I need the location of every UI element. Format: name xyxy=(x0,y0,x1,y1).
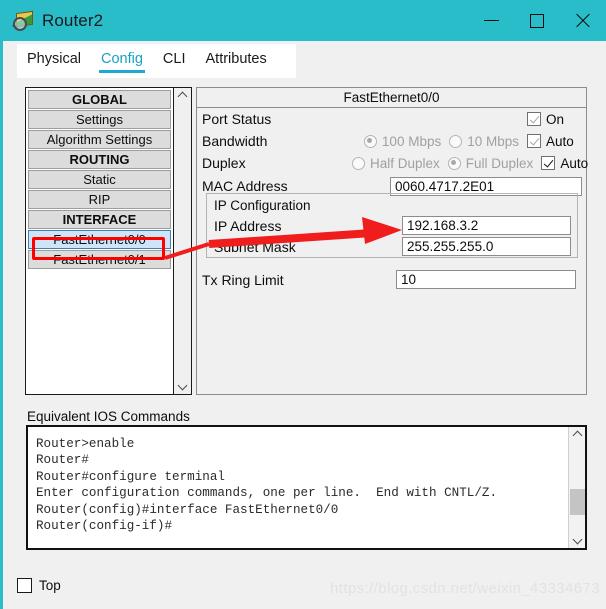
sidebar-item-fastethernet0-0[interactable]: FastEthernet0/0 xyxy=(28,230,171,249)
subnet-mask-row: Subnet Mask 255.255.255.0 xyxy=(214,236,571,257)
chevron-down-icon[interactable] xyxy=(573,536,582,545)
ip-address-label: IP Address xyxy=(214,217,282,234)
sidebar-list: GLOBAL Settings Algorithm Settings ROUTI… xyxy=(26,88,173,394)
tab-physical[interactable]: Physical xyxy=(17,44,91,71)
router-config-window: Router2 Physical Config CLI Attributes G… xyxy=(0,0,606,609)
sidebar-item-algorithm-settings[interactable]: Algorithm Settings xyxy=(28,130,171,149)
sidebar-item-settings[interactable]: Settings xyxy=(28,110,171,129)
chevron-down-icon[interactable] xyxy=(178,382,187,391)
ios-commands-box: Router>enable Router# Router#configure t… xyxy=(26,425,587,550)
bandwidth-label: Bandwidth xyxy=(202,133,268,149)
bandwidth-auto-label: Auto xyxy=(546,133,574,149)
ip-address-row: IP Address 192.168.3.2 xyxy=(214,215,571,236)
minimize-button[interactable] xyxy=(468,0,514,41)
tab-config[interactable]: Config xyxy=(91,44,153,73)
close-button[interactable] xyxy=(560,0,606,41)
sidebar-header-interface: INTERFACE xyxy=(28,210,171,229)
ios-commands-text: Router>enable Router# Router#configure t… xyxy=(36,437,498,534)
window-title: Router2 xyxy=(42,10,104,30)
port-status-checkbox-label: On xyxy=(546,111,565,127)
duplex-auto-checkbox[interactable] xyxy=(541,156,556,170)
bandwidth-auto-checkbox[interactable] xyxy=(527,134,541,148)
subnet-mask-input[interactable]: 255.255.255.0 xyxy=(402,237,571,256)
duplex-full-radio[interactable] xyxy=(447,156,461,170)
port-status-checkbox[interactable] xyxy=(527,112,541,126)
window-controls xyxy=(468,0,606,41)
duplex-label: Duplex xyxy=(202,155,246,171)
ip-configuration-group: IP Configuration IP Address 192.168.3.2 … xyxy=(206,193,578,258)
config-sidebar: GLOBAL Settings Algorithm Settings ROUTI… xyxy=(25,87,192,395)
maximize-button[interactable] xyxy=(514,0,560,41)
duplex-half-label: Half Duplex xyxy=(370,155,440,171)
ip-configuration-title: IP Configuration xyxy=(214,198,311,213)
ios-commands-label: Equivalent IOS Commands xyxy=(27,409,190,424)
interface-panel-title: FastEthernet0/0 xyxy=(197,88,586,108)
ios-scrollbar[interactable] xyxy=(568,427,585,548)
bottom-bar: Top xyxy=(17,578,61,593)
port-status-label: Port Status xyxy=(202,111,272,127)
close-icon xyxy=(574,12,592,30)
config-content: GLOBAL Settings Algorithm Settings ROUTI… xyxy=(17,78,595,568)
router-magnifier-icon xyxy=(12,10,34,32)
tab-cli[interactable]: CLI xyxy=(153,44,196,71)
subnet-mask-label: Subnet Mask xyxy=(214,238,296,255)
tab-attributes[interactable]: Attributes xyxy=(196,44,277,71)
port-status-row: Port Status On xyxy=(197,108,586,130)
minimize-icon xyxy=(483,20,499,21)
bandwidth-10mbps-label: 10 Mbps xyxy=(467,133,519,149)
tab-bar: Physical Config CLI Attributes xyxy=(17,44,296,78)
duplex-half-radio[interactable] xyxy=(352,156,365,170)
sidebar-item-fastethernet0-1[interactable]: FastEthernet0/1 xyxy=(28,250,171,269)
interface-panel: FastEthernet0/0 Port Status On Bandwidth… xyxy=(196,87,589,395)
sidebar-item-rip[interactable]: RIP xyxy=(28,190,171,209)
chevron-up-icon[interactable] xyxy=(573,430,582,439)
scrollbar-thumb[interactable] xyxy=(570,489,585,515)
tx-ring-limit-input[interactable]: 10 xyxy=(396,270,576,289)
mac-address-label: MAC Address xyxy=(202,178,288,194)
chevron-up-icon[interactable] xyxy=(178,91,187,100)
duplex-row: Duplex Half Duplex Full Duplex Auto xyxy=(197,152,589,174)
sidebar-header-routing: ROUTING xyxy=(28,150,171,169)
bandwidth-100mbps-radio[interactable] xyxy=(363,134,377,148)
top-checkbox-label: Top xyxy=(39,578,61,593)
tx-ring-limit-label: Tx Ring Limit xyxy=(202,271,284,288)
top-checkbox[interactable] xyxy=(17,578,32,593)
sidebar-scrollbar[interactable] xyxy=(173,88,191,394)
title-bar: Router2 xyxy=(3,0,606,41)
tx-ring-limit-row: Tx Ring Limit 10 xyxy=(202,270,578,289)
maximize-icon xyxy=(530,13,544,28)
sidebar-header-global: GLOBAL xyxy=(28,90,171,109)
bandwidth-10mbps-radio[interactable] xyxy=(449,134,463,148)
duplex-full-label: Full Duplex xyxy=(465,155,534,171)
bandwidth-100mbps-label: 100 Mbps xyxy=(381,133,442,149)
sidebar-item-static[interactable]: Static xyxy=(28,170,171,189)
ip-address-input[interactable]: 192.168.3.2 xyxy=(402,216,571,235)
duplex-auto-label: Auto xyxy=(560,155,589,171)
watermark: https://blog.csdn.net/weixin_43334673 xyxy=(330,580,600,597)
bandwidth-row: Bandwidth 100 Mbps 10 Mbps Auto xyxy=(197,130,586,152)
